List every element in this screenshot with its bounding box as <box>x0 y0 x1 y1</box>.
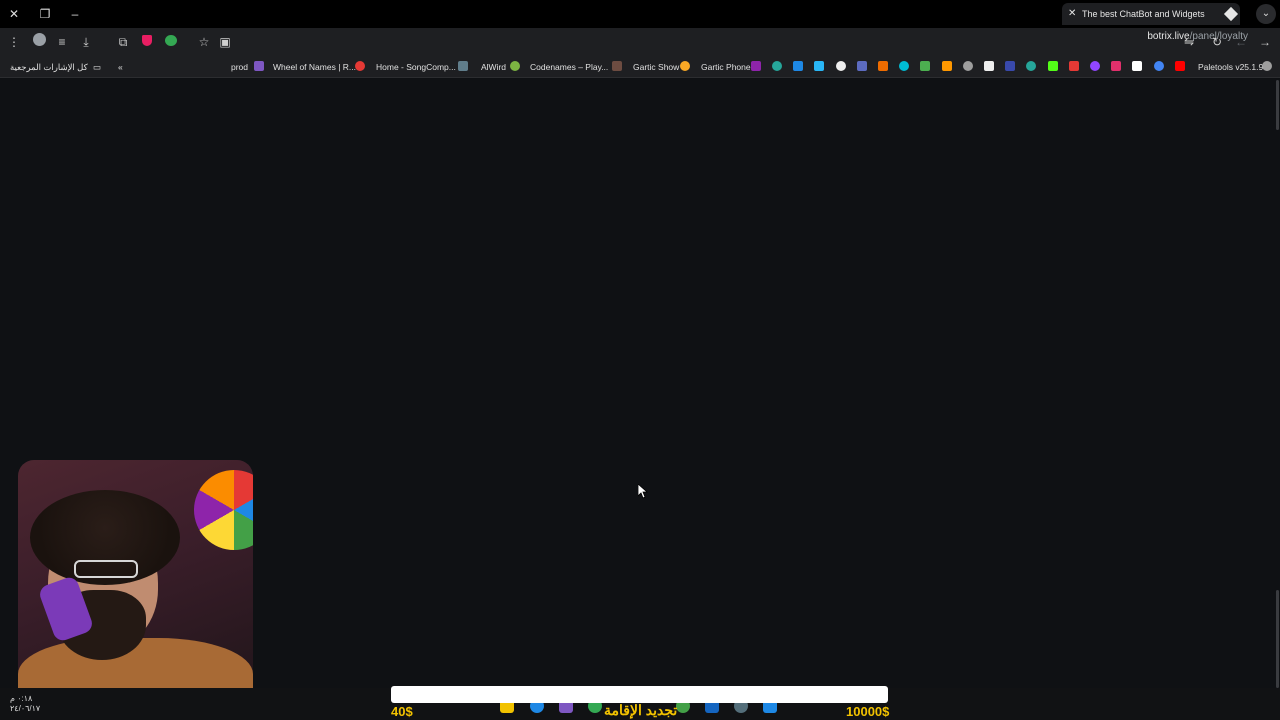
bookmark-codenames[interactable]: Codenames – Play... <box>530 60 608 74</box>
browser-toolbar: ⋮ ≡ ⤓ ⧉ ☆ ▣ botrix.live/panel/loyalty ⇋ … <box>0 28 1280 56</box>
goal-max-label: 10000$ <box>846 704 890 719</box>
system-clock: ٠:١٨ م ٢٤/٠٦/١٧ <box>10 694 40 714</box>
bookmark-star-icon[interactable]: ☆ <box>195 33 213 51</box>
bookmark-icon-10[interactable] <box>962 61 973 71</box>
tab-close-icon[interactable]: ✕ <box>1068 3 1076 25</box>
bookmark-label: Home - SongComp... <box>376 62 456 72</box>
bookmark-icon-14[interactable] <box>1047 61 1058 71</box>
bookmark-icon-3[interactable] <box>814 61 825 71</box>
goal-min-label: 40$ <box>391 704 413 719</box>
minimize-icon[interactable]: – <box>65 4 85 24</box>
bookmark-icon-2[interactable] <box>793 61 804 71</box>
shield-extension-icon[interactable] <box>138 33 156 51</box>
bookmark-icon-5[interactable] <box>856 61 867 71</box>
bookmark-icon-19[interactable] <box>1153 61 1164 71</box>
reload-icon[interactable]: ↻ <box>1208 33 1226 51</box>
bookmark-icon-6[interactable] <box>878 61 888 71</box>
chat-extension-icon[interactable] <box>162 33 180 51</box>
paletools-icon <box>1262 61 1272 71</box>
bookmark-label: prod <box>231 62 249 72</box>
songcomp-icon <box>458 61 468 71</box>
bookmark-gartic-show[interactable]: Gartic Show <box>633 60 679 74</box>
extensions-icon[interactable]: ⧉ <box>114 33 132 51</box>
spin-wheel-image <box>194 470 253 550</box>
bookmark-label: Wheel of Names | R... <box>273 62 356 72</box>
profile-icon[interactable] <box>30 33 48 51</box>
active-tab[interactable]: ✕ The best ChatBot and Widgets <box>1062 3 1240 25</box>
bookmark-prod[interactable]: prod <box>231 60 248 74</box>
tab-search-button[interactable]: ⌄ <box>1256 4 1276 24</box>
tab-title: The best ChatBot and Widgets <box>1082 9 1205 19</box>
bookmark-label: Gartic Phone <box>701 62 751 72</box>
goal-title: تجديد الإقامة <box>604 702 678 718</box>
twitch-icon <box>254 61 264 71</box>
title-bar: ✕ ❐ – + ✕ The best ChatBot and Widgets ⌄ <box>0 0 1280 28</box>
bookmark-icon-13[interactable] <box>1026 61 1037 71</box>
page-scrollbar[interactable] <box>1274 80 1280 688</box>
bookmark-icon-4[interactable] <box>835 61 846 71</box>
bookmark-icon-18[interactable] <box>1132 61 1143 71</box>
alwird-icon <box>510 61 520 71</box>
bookmark-gartic-phone[interactable]: Gartic Phone <box>701 60 751 74</box>
tab-favicon-icon <box>1223 6 1239 22</box>
bookmarks-overflow-button[interactable]: « <box>118 60 123 74</box>
bookmark-icon-9[interactable] <box>941 61 952 71</box>
bookmark-icon-16[interactable] <box>1090 61 1100 71</box>
back-icon[interactable]: ← <box>1232 33 1250 51</box>
restore-icon[interactable]: ❐ <box>35 4 55 24</box>
bookmark-paletools[interactable]: Paletools v25.1.9 <box>1198 60 1263 74</box>
bookmark-label: AlWird <box>481 62 507 72</box>
bookmark-wheel-of-names[interactable]: Wheel of Names | R... <box>273 60 356 74</box>
bookmarks-bar: كل الإشارات المرجعية ▭ « prod Wheel of N… <box>0 56 1280 78</box>
bookmark-label: Codenames – Play... <box>530 62 609 72</box>
screen-cast-icon[interactable]: ▣ <box>216 33 234 51</box>
all-bookmarks-folder[interactable]: كل الإشارات المرجعية ▭ <box>10 60 101 74</box>
forward-icon[interactable]: → <box>1256 33 1274 51</box>
folder-icon: ▭ <box>93 62 102 72</box>
menu-icon[interactable]: ⋮ <box>5 33 23 51</box>
site-settings-icon[interactable]: ⇋ <box>1180 33 1198 51</box>
bookmark-icon-17[interactable] <box>1111 61 1122 71</box>
reading-list-icon[interactable]: ≡ <box>53 33 71 51</box>
bookmark-icon-7[interactable] <box>899 61 910 71</box>
codenames-icon <box>612 61 622 71</box>
gartic-show-icon <box>680 61 690 71</box>
bookmark-label: Gartic Show <box>633 62 680 72</box>
bookmark-alwird[interactable]: AlWird <box>481 60 506 74</box>
gartic-phone-icon <box>751 61 761 71</box>
bookmark-icon-12[interactable] <box>1005 61 1016 71</box>
bookmark-icon-20[interactable] <box>1174 61 1185 71</box>
bookmark-icon-8[interactable] <box>920 61 931 71</box>
glasses-image <box>74 560 138 578</box>
close-icon[interactable]: ✕ <box>4 4 24 24</box>
download-icon[interactable]: ⤓ <box>77 33 95 51</box>
bookmark-songcomp[interactable]: Home - SongComp... <box>376 60 456 74</box>
clock-time: ٠:١٨ م <box>10 694 33 703</box>
bookmark-icon-15[interactable] <box>1068 61 1079 71</box>
webcam-overlay <box>18 460 253 720</box>
scrollbar-thumb-top[interactable] <box>1276 80 1279 130</box>
bookmark-icon-1[interactable] <box>772 61 782 71</box>
bookmark-label: Paletools v25.1.9 <box>1198 62 1264 72</box>
clock-date: ٢٤/٠٦/١٧ <box>10 704 41 713</box>
bookmark-icon-11[interactable] <box>984 61 994 71</box>
all-bookmarks-label: كل الإشارات المرجعية <box>10 62 88 72</box>
scrollbar-thumb-bottom[interactable] <box>1276 590 1279 688</box>
donation-goal-bar <box>391 686 888 703</box>
wheel-icon <box>355 61 365 71</box>
